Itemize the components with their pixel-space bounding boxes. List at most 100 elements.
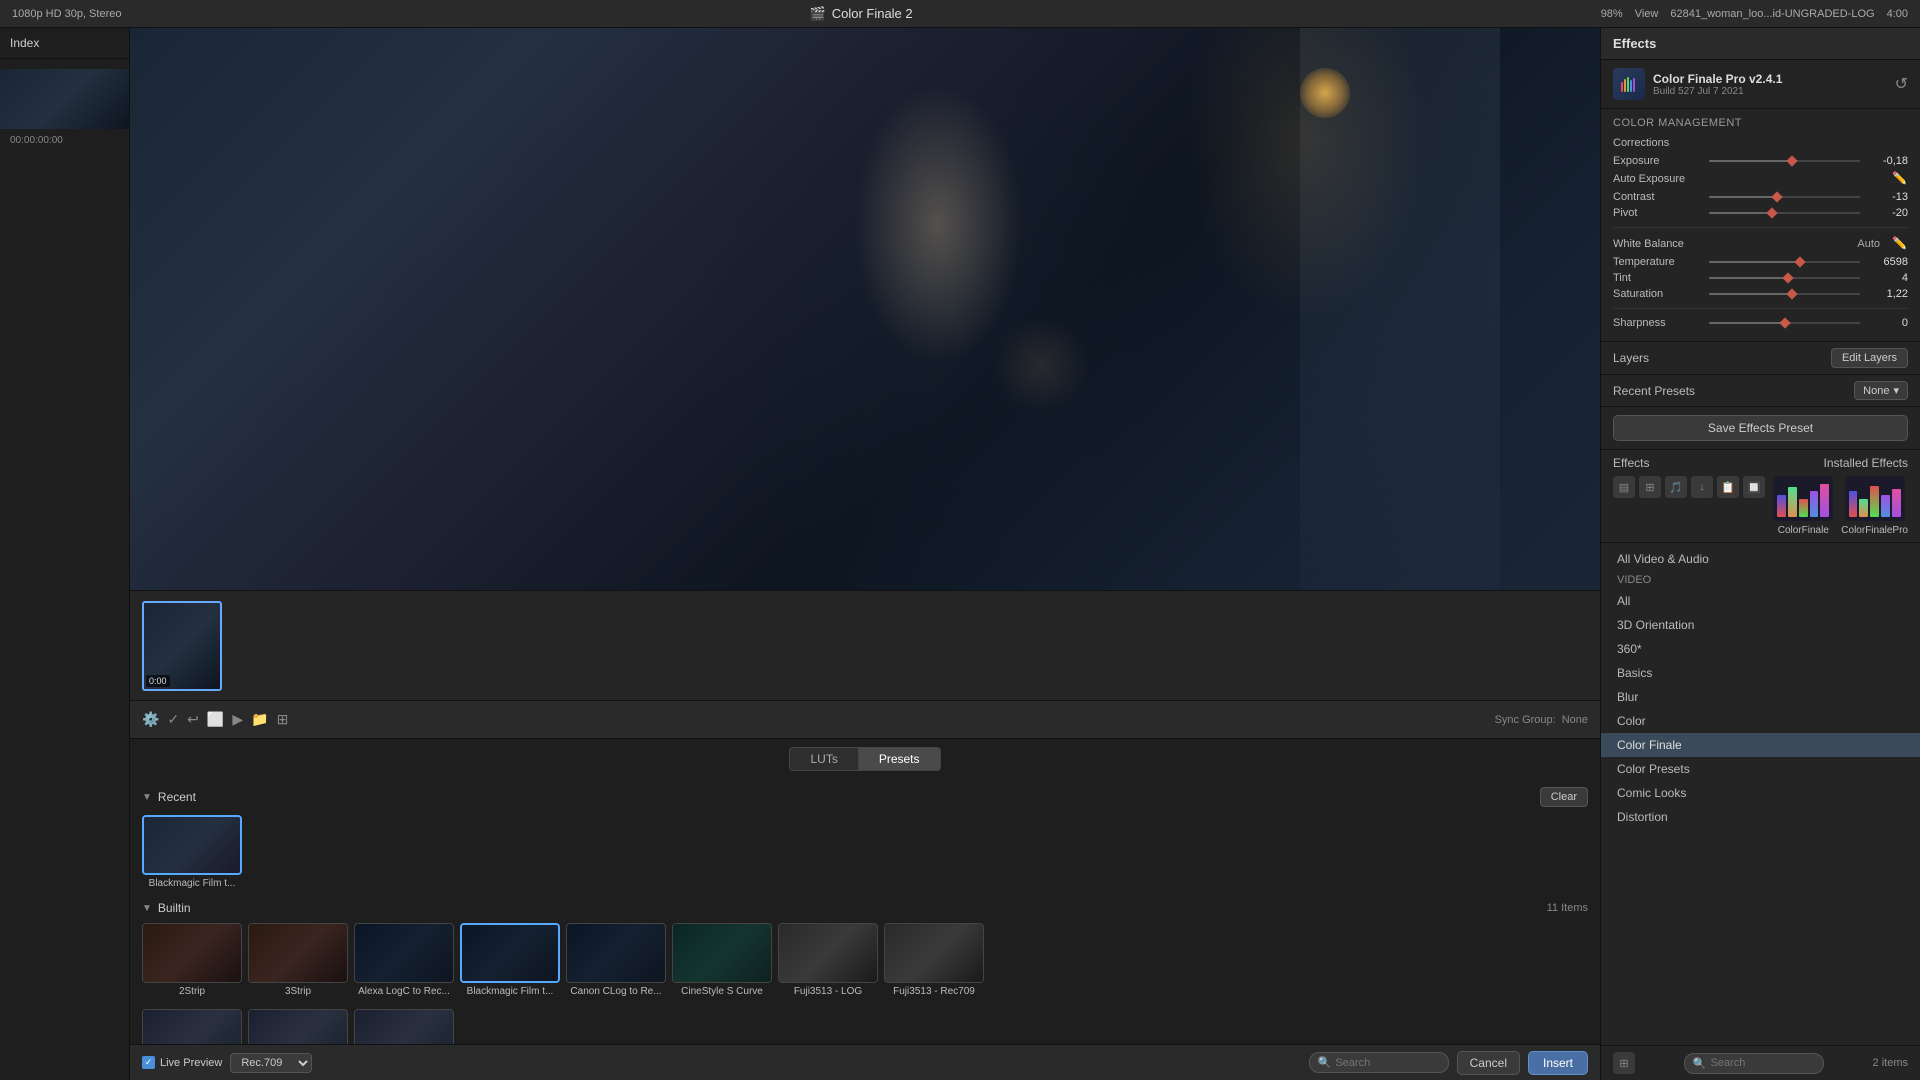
pivot-slider[interactable] bbox=[1709, 212, 1860, 214]
effects-grid-icon[interactable]: ⊞ bbox=[1613, 1052, 1635, 1074]
effects-item-3d[interactable]: 3D Orientation bbox=[1601, 613, 1920, 637]
toolbar-icon-6[interactable]: 📁 bbox=[251, 711, 268, 728]
contrast-slider[interactable] bbox=[1709, 196, 1860, 198]
preset-item-fuji-log[interactable]: Fuji3513 - LOG bbox=[778, 923, 878, 997]
effects-item-distortion[interactable]: Distortion bbox=[1601, 805, 1920, 829]
effects-item-color-presets[interactable]: Color Presets bbox=[1601, 757, 1920, 781]
sharpness-slider[interactable] bbox=[1709, 322, 1860, 324]
preset-item-3strip[interactable]: 3Strip bbox=[248, 923, 348, 997]
toolbar-icon-1[interactable]: ⚙️ bbox=[142, 711, 159, 728]
effects-item-360[interactable]: 360* bbox=[1601, 637, 1920, 661]
clear-button[interactable]: Clear bbox=[1540, 787, 1588, 807]
preset-item-2strip[interactable]: 2Strip bbox=[142, 923, 242, 997]
eff-icon-1[interactable]: ▤ bbox=[1613, 476, 1635, 498]
live-preview-toggle[interactable]: ✓ Live Preview bbox=[142, 1056, 222, 1069]
exposure-slider[interactable] bbox=[1709, 160, 1860, 162]
effects-installed-header: Effects Installed Effects bbox=[1601, 450, 1920, 472]
preset-item-fuji-rec[interactable]: Fuji3513 - Rec709 bbox=[884, 923, 984, 997]
preset-item-extra-1[interactable] bbox=[142, 1009, 242, 1044]
sharpness-label: Sharpness bbox=[1613, 317, 1703, 329]
tab-presets[interactable]: Presets bbox=[858, 747, 941, 771]
preset-item-canon[interactable]: Canon CLog to Re... bbox=[566, 923, 666, 997]
effects-item-all[interactable]: All bbox=[1601, 589, 1920, 613]
view-button[interactable]: View bbox=[1635, 8, 1659, 20]
thumb-timecode-1: 0:00 bbox=[146, 675, 170, 687]
eff-icon-4[interactable]: ↓ bbox=[1691, 476, 1713, 498]
preset-item-recent-1[interactable]: Blackmagic Film t... bbox=[142, 815, 242, 889]
toolbar-icon-7[interactable]: ⊞ bbox=[277, 711, 289, 728]
search-input[interactable] bbox=[1335, 1057, 1439, 1069]
toolbar-icon-2[interactable]: ✓ bbox=[167, 711, 179, 728]
preset-item-blackmagic[interactable]: Blackmagic Film t... bbox=[460, 923, 560, 997]
thumbnail-item-1[interactable]: 0:00 bbox=[142, 601, 222, 691]
live-preview-label: Live Preview bbox=[160, 1057, 222, 1069]
effects-item-comic-looks[interactable]: Comic Looks bbox=[1601, 781, 1920, 805]
toolbar-icon-4[interactable]: ⬜ bbox=[207, 711, 224, 728]
auto-exposure-edit-icon[interactable]: ✏️ bbox=[1892, 171, 1908, 187]
recent-presets-dropdown[interactable]: None ▾ bbox=[1854, 381, 1908, 400]
effects-section-label: Effects bbox=[1613, 456, 1649, 470]
tint-slider[interactable] bbox=[1709, 277, 1860, 279]
effects-search-input[interactable] bbox=[1710, 1057, 1814, 1069]
recent-arrow[interactable]: ▼ bbox=[142, 792, 152, 803]
tab-luts[interactable]: LUTs bbox=[789, 747, 857, 771]
saturation-slider[interactable] bbox=[1709, 293, 1860, 295]
effects-item-basics[interactable]: Basics bbox=[1601, 661, 1920, 685]
builtin-label: Builtin bbox=[158, 901, 191, 915]
preset-thumb-extra-1[interactable] bbox=[142, 1009, 242, 1044]
effects-item-color-finale[interactable]: Color Finale bbox=[1601, 733, 1920, 757]
preset-thumb-extra-3[interactable] bbox=[354, 1009, 454, 1044]
pivot-label: Pivot bbox=[1613, 207, 1703, 219]
preset-thumb-3strip[interactable] bbox=[248, 923, 348, 983]
preset-item-cinestyle[interactable]: CineStyle S Curve bbox=[672, 923, 772, 997]
cfp-build: Build 527 Jul 7 2021 bbox=[1653, 86, 1887, 97]
param-row-saturation: Saturation 1,22 bbox=[1613, 288, 1908, 300]
recent-label: Recent bbox=[158, 790, 196, 804]
recent-section-header: ▼ Recent Clear bbox=[142, 787, 1588, 807]
preset-item-alexa[interactable]: Alexa LogC to Rec... bbox=[354, 923, 454, 997]
eff-icon-3[interactable]: 🎵 bbox=[1665, 476, 1687, 498]
edit-layers-button[interactable]: Edit Layers bbox=[1831, 348, 1908, 368]
preset-thumb-canon[interactable] bbox=[566, 923, 666, 983]
preset-thumb-extra-2[interactable] bbox=[248, 1009, 348, 1044]
installed-thumb-bars-1 bbox=[1773, 476, 1833, 521]
recent-presets-row: Recent Presets None ▾ bbox=[1601, 375, 1920, 407]
live-preview-checkbox[interactable]: ✓ bbox=[142, 1056, 155, 1069]
chevron-down-icon: ▾ bbox=[1893, 384, 1899, 397]
preset-item-extra-3[interactable] bbox=[354, 1009, 454, 1044]
index-thumb-1[interactable] bbox=[0, 69, 129, 129]
preset-thumb-fuji-rec[interactable] bbox=[884, 923, 984, 983]
toolbar-icon-5[interactable]: ▶ bbox=[232, 711, 243, 728]
effects-item-color[interactable]: Color bbox=[1601, 709, 1920, 733]
effects-tools-row: ▤ ⊞ 🎵 ↓ 📋 🔲 bbox=[1601, 472, 1920, 543]
preset-thumb-2strip[interactable] bbox=[142, 923, 242, 983]
preset-thumb-fuji-log[interactable] bbox=[778, 923, 878, 983]
effects-item-blur[interactable]: Blur bbox=[1601, 685, 1920, 709]
wb-edit-icon[interactable]: ✏️ bbox=[1892, 236, 1908, 252]
browser-bottom-bar: ✓ Live Preview Rec.709 Rec.2020 sRGB 🔍 C… bbox=[130, 1044, 1600, 1080]
preset-item-extra-2[interactable] bbox=[248, 1009, 348, 1044]
preset-thumb-cinestyle[interactable] bbox=[672, 923, 772, 983]
effects-item-all-video[interactable]: All Video & Audio bbox=[1601, 547, 1920, 571]
cancel-button[interactable]: Cancel bbox=[1457, 1051, 1520, 1075]
thumbnail-strip: 0:00 bbox=[130, 590, 1600, 700]
toolbar-icon-3[interactable]: ↩ bbox=[187, 711, 199, 728]
preset-thumb-alexa[interactable] bbox=[354, 923, 454, 983]
eff-icon-5[interactable]: 📋 bbox=[1717, 476, 1739, 498]
installed-item-colorfinale[interactable]: ColorFinale bbox=[1773, 476, 1833, 536]
color-space-select[interactable]: Rec.709 Rec.2020 sRGB bbox=[230, 1053, 312, 1073]
eff-icon-2[interactable]: ⊞ bbox=[1639, 476, 1661, 498]
preset-thumb-recent-1[interactable] bbox=[142, 815, 242, 875]
insert-button[interactable]: Insert bbox=[1528, 1051, 1588, 1075]
installed-item-colorfinale-pro[interactable]: ColorFinalePro bbox=[1841, 476, 1908, 536]
preset-thumb-blackmagic[interactable] bbox=[460, 923, 560, 983]
eff-icon-6[interactable]: 🔲 bbox=[1743, 476, 1765, 498]
pivot-value: -20 bbox=[1866, 207, 1908, 219]
builtin-arrow[interactable]: ▼ bbox=[142, 903, 152, 914]
sync-group-value[interactable]: None bbox=[1562, 714, 1588, 726]
temperature-slider[interactable] bbox=[1709, 261, 1860, 263]
cfp-reset-icon[interactable]: ↺ bbox=[1895, 74, 1908, 94]
effects-header: Effects bbox=[1601, 28, 1920, 60]
save-effects-preset-button[interactable]: Save Effects Preset bbox=[1613, 415, 1908, 441]
zoom-level[interactable]: 98% bbox=[1601, 8, 1623, 20]
